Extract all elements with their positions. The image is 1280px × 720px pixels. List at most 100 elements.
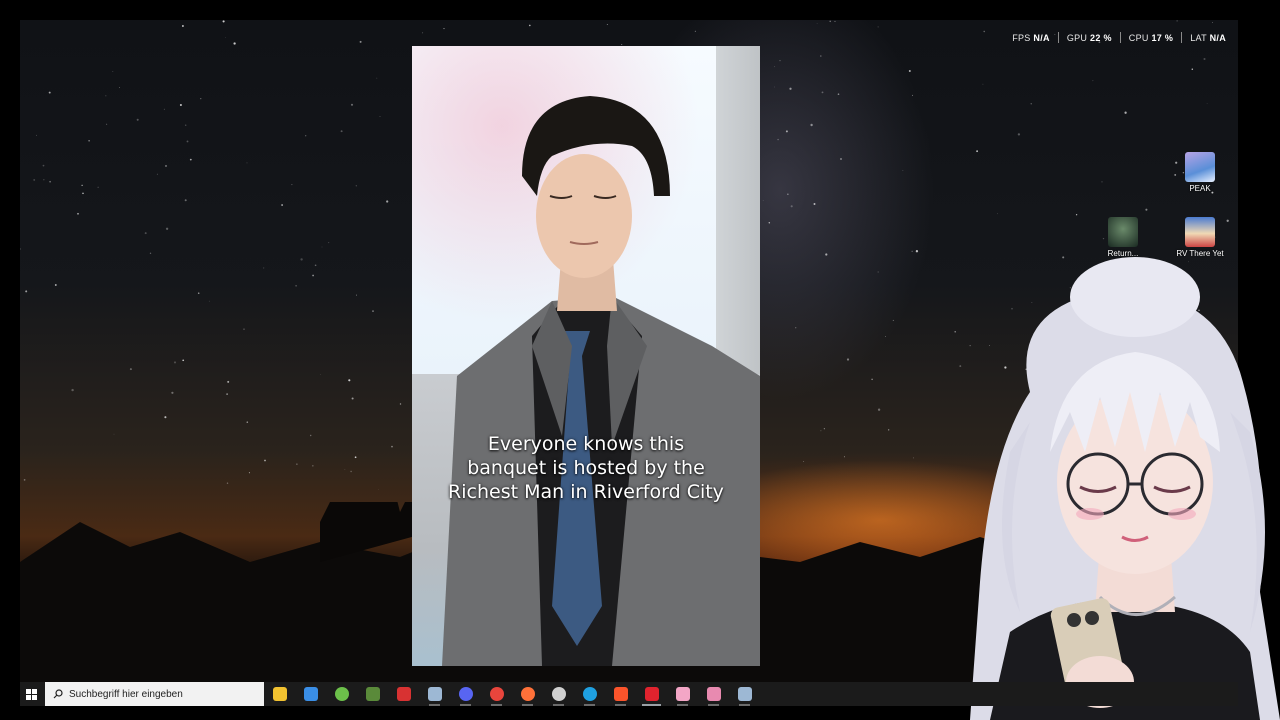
star bbox=[97, 186, 99, 188]
taskbar-app-button[interactable] bbox=[388, 682, 419, 706]
star bbox=[391, 445, 393, 448]
star bbox=[983, 30, 985, 33]
star bbox=[344, 469, 346, 470]
star bbox=[23, 479, 26, 481]
taskbar-app-button[interactable] bbox=[667, 682, 698, 706]
search-icon bbox=[53, 689, 63, 699]
taskbar-app-button[interactable] bbox=[326, 682, 357, 706]
star bbox=[379, 116, 381, 117]
taskbar-app-button[interactable] bbox=[698, 682, 729, 706]
latency-readout: LAT N/A bbox=[1190, 32, 1226, 43]
star bbox=[25, 290, 28, 293]
taskbar-app-button[interactable] bbox=[512, 682, 543, 706]
star bbox=[81, 184, 83, 186]
star bbox=[997, 213, 998, 215]
performance-overlay: FPS N/A GPU 22 % CPU 17 % LAT N/A bbox=[1012, 32, 1226, 43]
star bbox=[227, 380, 230, 383]
star bbox=[350, 103, 354, 106]
star bbox=[372, 310, 374, 312]
star bbox=[762, 200, 764, 201]
star bbox=[816, 23, 818, 24]
desktop-shortcut-label: PEAK bbox=[1189, 184, 1211, 193]
star bbox=[320, 374, 322, 375]
star bbox=[182, 359, 185, 362]
start-button[interactable] bbox=[20, 682, 42, 706]
taskbar-app-button[interactable] bbox=[574, 682, 605, 706]
star bbox=[355, 185, 357, 187]
desktop-shortcut-peak[interactable]: PEAK bbox=[1170, 152, 1230, 193]
divider bbox=[1119, 32, 1121, 43]
star bbox=[246, 421, 249, 423]
star bbox=[871, 378, 873, 381]
star bbox=[789, 87, 792, 90]
star bbox=[803, 461, 805, 462]
steam-icon bbox=[427, 687, 442, 701]
taskbar-app-button[interactable] bbox=[543, 682, 574, 706]
taskbar-app-button[interactable] bbox=[264, 682, 295, 706]
android-app-icon bbox=[334, 687, 349, 701]
star bbox=[243, 328, 245, 330]
taskbar-app-button[interactable] bbox=[450, 682, 481, 706]
star bbox=[54, 284, 57, 286]
star bbox=[820, 430, 822, 432]
badge-app-icon bbox=[396, 687, 411, 701]
star bbox=[281, 204, 284, 206]
star bbox=[173, 361, 177, 364]
star bbox=[296, 463, 298, 465]
star bbox=[1176, 20, 1178, 22]
star bbox=[43, 179, 45, 181]
star bbox=[1030, 103, 1032, 105]
star bbox=[768, 222, 771, 224]
search-input[interactable] bbox=[69, 688, 249, 700]
pinned-apps bbox=[264, 682, 760, 706]
star bbox=[149, 252, 152, 254]
star bbox=[877, 271, 879, 273]
taskbar-app-button[interactable] bbox=[295, 682, 326, 706]
star bbox=[136, 118, 139, 121]
star bbox=[823, 428, 825, 430]
star bbox=[263, 267, 265, 269]
taskbar-app-button[interactable] bbox=[357, 682, 388, 706]
star bbox=[821, 91, 824, 94]
taskbar-app-button[interactable] bbox=[729, 682, 760, 706]
star bbox=[248, 472, 250, 474]
star bbox=[378, 488, 380, 490]
star bbox=[354, 456, 357, 459]
star bbox=[113, 433, 115, 435]
star bbox=[105, 95, 107, 97]
star bbox=[82, 192, 84, 195]
star bbox=[774, 86, 775, 88]
short-video-player[interactable]: Everyone knows this banquet is hosted by… bbox=[412, 46, 760, 666]
star bbox=[694, 30, 696, 32]
star bbox=[1101, 181, 1103, 183]
star bbox=[785, 130, 788, 133]
taskbar-app-button[interactable] bbox=[605, 682, 636, 706]
star bbox=[820, 55, 822, 57]
star bbox=[386, 200, 389, 203]
video-caption: Everyone knows this banquet is hosted by… bbox=[412, 432, 760, 504]
star bbox=[1017, 133, 1021, 136]
star bbox=[376, 77, 378, 79]
star bbox=[911, 250, 913, 252]
gpu-readout: GPU 22 % bbox=[1066, 32, 1112, 43]
peak-game-icon bbox=[1185, 152, 1215, 182]
taskbar-app-button[interactable] bbox=[419, 682, 450, 706]
star bbox=[399, 403, 402, 405]
star bbox=[295, 284, 297, 287]
taskbar-search-box[interactable] bbox=[45, 682, 264, 706]
star bbox=[777, 138, 779, 141]
star bbox=[621, 43, 623, 46]
star bbox=[20, 248, 21, 250]
star bbox=[71, 388, 74, 392]
taskbar-app-button[interactable] bbox=[636, 682, 667, 706]
star bbox=[1124, 111, 1127, 114]
taskbar-app-button[interactable] bbox=[481, 682, 512, 706]
star bbox=[1191, 68, 1194, 71]
store-icon bbox=[303, 687, 318, 701]
star bbox=[350, 470, 352, 473]
star bbox=[843, 456, 845, 458]
star bbox=[340, 130, 343, 133]
star bbox=[834, 20, 836, 22]
star bbox=[35, 134, 37, 136]
star bbox=[309, 434, 312, 437]
